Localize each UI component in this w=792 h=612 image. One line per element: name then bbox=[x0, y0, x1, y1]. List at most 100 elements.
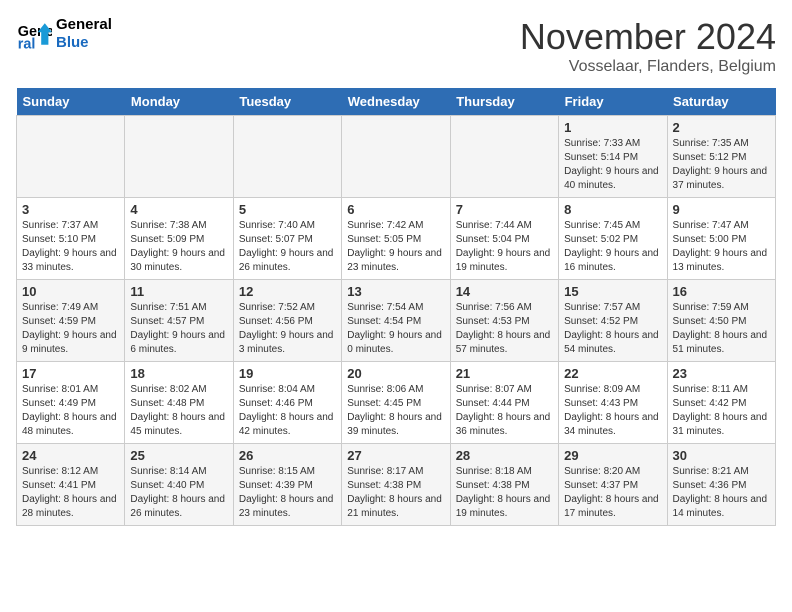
day-number: 10 bbox=[22, 284, 119, 299]
week-row-2: 3 Sunrise: 7:37 AM Sunset: 5:10 PM Daylig… bbox=[17, 198, 776, 280]
day-info: Sunrise: 7:47 AM Sunset: 5:00 PM Dayligh… bbox=[673, 219, 770, 275]
day-cell: 3 Sunrise: 7:37 AM Sunset: 5:10 PM Daylig… bbox=[17, 198, 125, 280]
day-number: 20 bbox=[347, 366, 444, 381]
day-info: Sunrise: 7:42 AM Sunset: 5:05 PM Dayligh… bbox=[347, 219, 444, 275]
day-info: Sunrise: 7:37 AM Sunset: 5:10 PM Dayligh… bbox=[22, 219, 119, 275]
day-cell: 8 Sunrise: 7:45 AM Sunset: 5:02 PM Daylig… bbox=[559, 198, 667, 280]
day-cell: 28 Sunrise: 8:18 AM Sunset: 4:38 PM Dayli… bbox=[450, 444, 558, 526]
day-cell: 21Sunrise: 8:07 AM Sunset: 4:44 PM Dayli… bbox=[450, 362, 558, 444]
header-cell-saturday: Saturday bbox=[667, 88, 775, 116]
day-info: Sunrise: 7:52 AM Sunset: 4:56 PM Dayligh… bbox=[239, 301, 336, 357]
day-cell: 6 Sunrise: 7:42 AM Sunset: 5:05 PM Daylig… bbox=[342, 198, 450, 280]
day-info: Sunrise: 7:57 AM Sunset: 4:52 PM Dayligh… bbox=[564, 301, 661, 357]
day-cell: 23Sunrise: 8:11 AM Sunset: 4:42 PM Dayli… bbox=[667, 362, 775, 444]
day-info: Sunrise: 8:18 AM Sunset: 4:38 PM Dayligh… bbox=[456, 465, 553, 521]
location-title: Vosselaar, Flanders, Belgium bbox=[520, 58, 776, 76]
day-info: Sunrise: 8:11 AM Sunset: 4:42 PM Dayligh… bbox=[673, 383, 770, 439]
day-info: Sunrise: 7:56 AM Sunset: 4:53 PM Dayligh… bbox=[456, 301, 553, 357]
day-number: 3 bbox=[22, 202, 119, 217]
day-number: 28 bbox=[456, 448, 553, 463]
day-info: Sunrise: 7:38 AM Sunset: 5:09 PM Dayligh… bbox=[130, 219, 227, 275]
day-cell: 29 Sunrise: 8:20 AM Sunset: 4:37 PM Dayli… bbox=[559, 444, 667, 526]
day-number: 2 bbox=[673, 120, 770, 135]
day-info: Sunrise: 8:20 AM Sunset: 4:37 PM Dayligh… bbox=[564, 465, 661, 521]
day-cell: 18 Sunrise: 8:02 AM Sunset: 4:48 PM Dayli… bbox=[125, 362, 233, 444]
day-info: Sunrise: 8:21 AM Sunset: 4:36 PM Dayligh… bbox=[673, 465, 770, 521]
day-info: Sunrise: 8:04 AM Sunset: 4:46 PM Dayligh… bbox=[239, 383, 336, 439]
day-number: 24 bbox=[22, 448, 119, 463]
day-info: Sunrise: 8:15 AM Sunset: 4:39 PM Dayligh… bbox=[239, 465, 336, 521]
day-cell: 16Sunrise: 7:59 AM Sunset: 4:50 PM Dayli… bbox=[667, 280, 775, 362]
day-number: 1 bbox=[564, 120, 661, 135]
header-cell-friday: Friday bbox=[559, 88, 667, 116]
title-area: November 2024 Vosselaar, Flanders, Belgi… bbox=[520, 16, 776, 76]
day-number: 5 bbox=[239, 202, 336, 217]
day-cell: 10Sunrise: 7:49 AM Sunset: 4:59 PM Dayli… bbox=[17, 280, 125, 362]
day-number: 21 bbox=[456, 366, 553, 381]
day-number: 8 bbox=[564, 202, 661, 217]
day-cell: 24 Sunrise: 8:12 AM Sunset: 4:41 PM Dayli… bbox=[17, 444, 125, 526]
day-cell: 19 Sunrise: 8:04 AM Sunset: 4:46 PM Dayli… bbox=[233, 362, 341, 444]
day-info: Sunrise: 7:51 AM Sunset: 4:57 PM Dayligh… bbox=[130, 301, 227, 357]
day-number: 7 bbox=[456, 202, 553, 217]
day-cell: 4 Sunrise: 7:38 AM Sunset: 5:09 PM Daylig… bbox=[125, 198, 233, 280]
day-number: 4 bbox=[130, 202, 227, 217]
header-cell-monday: Monday bbox=[125, 88, 233, 116]
day-number: 22 bbox=[564, 366, 661, 381]
day-number: 26 bbox=[239, 448, 336, 463]
day-cell: 15 Sunrise: 7:57 AM Sunset: 4:52 PM Dayli… bbox=[559, 280, 667, 362]
day-number: 17 bbox=[22, 366, 119, 381]
day-cell: 13Sunrise: 7:54 AM Sunset: 4:54 PM Dayli… bbox=[342, 280, 450, 362]
day-number: 18 bbox=[130, 366, 227, 381]
day-info: Sunrise: 8:17 AM Sunset: 4:38 PM Dayligh… bbox=[347, 465, 444, 521]
day-cell bbox=[342, 116, 450, 198]
day-number: 14 bbox=[456, 284, 553, 299]
day-cell: 14 Sunrise: 7:56 AM Sunset: 4:53 PM Dayli… bbox=[450, 280, 558, 362]
day-info: Sunrise: 8:01 AM Sunset: 4:49 PM Dayligh… bbox=[22, 383, 119, 439]
day-info: Sunrise: 8:02 AM Sunset: 4:48 PM Dayligh… bbox=[130, 383, 227, 439]
logo-line1: General bbox=[56, 16, 112, 34]
header-cell-sunday: Sunday bbox=[17, 88, 125, 116]
day-number: 16 bbox=[673, 284, 770, 299]
day-info: Sunrise: 7:33 AM Sunset: 5:14 PM Dayligh… bbox=[564, 137, 661, 193]
day-cell: 26 Sunrise: 8:15 AM Sunset: 4:39 PM Dayli… bbox=[233, 444, 341, 526]
calendar-table: SundayMondayTuesdayWednesdayThursdayFrid… bbox=[16, 88, 776, 526]
day-cell: 20Sunrise: 8:06 AM Sunset: 4:45 PM Dayli… bbox=[342, 362, 450, 444]
header-row: SundayMondayTuesdayWednesdayThursdayFrid… bbox=[17, 88, 776, 116]
header-cell-tuesday: Tuesday bbox=[233, 88, 341, 116]
day-number: 29 bbox=[564, 448, 661, 463]
day-cell: 17 Sunrise: 8:01 AM Sunset: 4:49 PM Dayli… bbox=[17, 362, 125, 444]
day-cell: 7 Sunrise: 7:44 AM Sunset: 5:04 PM Daylig… bbox=[450, 198, 558, 280]
day-number: 25 bbox=[130, 448, 227, 463]
day-info: Sunrise: 7:44 AM Sunset: 5:04 PM Dayligh… bbox=[456, 219, 553, 275]
day-cell: 30 Sunrise: 8:21 AM Sunset: 4:36 PM Dayli… bbox=[667, 444, 775, 526]
day-number: 13 bbox=[347, 284, 444, 299]
logo: Gene ral General Blue bbox=[16, 16, 112, 52]
day-cell bbox=[450, 116, 558, 198]
header: Gene ral General Blue November 2024 Voss… bbox=[16, 16, 776, 76]
day-cell: 2Sunrise: 7:35 AM Sunset: 5:12 PM Daylig… bbox=[667, 116, 775, 198]
day-info: Sunrise: 8:09 AM Sunset: 4:43 PM Dayligh… bbox=[564, 383, 661, 439]
day-cell: 12Sunrise: 7:52 AM Sunset: 4:56 PM Dayli… bbox=[233, 280, 341, 362]
day-info: Sunrise: 7:45 AM Sunset: 5:02 PM Dayligh… bbox=[564, 219, 661, 275]
week-row-5: 24 Sunrise: 8:12 AM Sunset: 4:41 PM Dayli… bbox=[17, 444, 776, 526]
day-cell: 22 Sunrise: 8:09 AM Sunset: 4:43 PM Dayli… bbox=[559, 362, 667, 444]
day-number: 19 bbox=[239, 366, 336, 381]
day-cell bbox=[233, 116, 341, 198]
day-cell: 11 Sunrise: 7:51 AM Sunset: 4:57 PM Dayli… bbox=[125, 280, 233, 362]
week-row-4: 17 Sunrise: 8:01 AM Sunset: 4:49 PM Dayli… bbox=[17, 362, 776, 444]
day-number: 27 bbox=[347, 448, 444, 463]
svg-text:ral: ral bbox=[18, 36, 36, 52]
day-cell bbox=[125, 116, 233, 198]
day-info: Sunrise: 8:12 AM Sunset: 4:41 PM Dayligh… bbox=[22, 465, 119, 521]
day-number: 11 bbox=[130, 284, 227, 299]
day-number: 9 bbox=[673, 202, 770, 217]
day-cell: 1 Sunrise: 7:33 AM Sunset: 5:14 PM Daylig… bbox=[559, 116, 667, 198]
day-cell: 9 Sunrise: 7:47 AM Sunset: 5:00 PM Daylig… bbox=[667, 198, 775, 280]
day-cell: 25Sunrise: 8:14 AM Sunset: 4:40 PM Dayli… bbox=[125, 444, 233, 526]
header-cell-thursday: Thursday bbox=[450, 88, 558, 116]
day-number: 6 bbox=[347, 202, 444, 217]
day-number: 30 bbox=[673, 448, 770, 463]
day-number: 15 bbox=[564, 284, 661, 299]
day-cell: 27 Sunrise: 8:17 AM Sunset: 4:38 PM Dayli… bbox=[342, 444, 450, 526]
